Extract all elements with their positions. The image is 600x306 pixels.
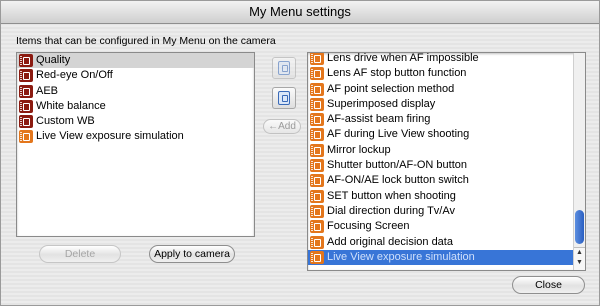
settings-orange-icon xyxy=(310,204,324,218)
configurable-items-caption: Items that can be configured in My Menu … xyxy=(16,35,276,47)
list-item[interactable]: Live View exposure simulation xyxy=(308,249,574,266)
list-item[interactable]: Mirror lockup xyxy=(308,143,574,158)
list-item-label: Shutter button/AF-ON button xyxy=(327,159,468,172)
delete-button[interactable]: Delete xyxy=(39,245,121,263)
list-item-label: Red-eye On/Off xyxy=(36,69,113,82)
list-item[interactable]: AF point selection method xyxy=(308,82,574,97)
list-item-label: Live View exposure simulation xyxy=(36,130,184,143)
list-item[interactable]: Red-eye On/Off xyxy=(17,68,254,83)
list-item[interactable]: Live View exposure simulation xyxy=(17,129,254,144)
my-menu-settings-window: My Menu settings Items that can be confi… xyxy=(0,0,600,306)
camera-red-icon xyxy=(19,115,33,129)
settings-orange-icon xyxy=(310,250,324,264)
settings-orange-icon xyxy=(310,113,324,127)
list-item[interactable]: Lens AF stop button function xyxy=(308,66,574,81)
list-item[interactable]: Focusing Screen xyxy=(308,219,574,234)
settings-orange-icon xyxy=(19,130,33,144)
list-item[interactable]: Dial direction during Tv/Av xyxy=(308,204,574,219)
vertical-scrollbar[interactable]: ▲ ▼ xyxy=(573,53,585,270)
list-item[interactable]: AF-assist beam firing xyxy=(308,112,574,127)
list-item-label: Mirror lockup xyxy=(327,143,391,156)
move-down-icon xyxy=(278,91,290,105)
list-item[interactable]: Custom WB xyxy=(17,114,254,129)
list-item-label: Focusing Screen xyxy=(327,220,410,233)
list-item-label: Lens AF stop button function xyxy=(327,67,467,80)
list-item[interactable]: Add original decision data xyxy=(308,235,574,250)
list-item[interactable]: AF-ON/AE lock button switch xyxy=(308,173,574,188)
settings-orange-icon xyxy=(310,97,324,111)
move-down-button[interactable] xyxy=(272,87,296,109)
list-item-label: AF-assist beam firing xyxy=(327,113,431,126)
list-item-label: AF during Live View shooting xyxy=(327,128,470,141)
window-title: My Menu settings xyxy=(1,1,599,24)
list-item[interactable]: Shutter button/AF-ON button xyxy=(308,158,574,173)
settings-orange-icon xyxy=(310,235,324,249)
list-item-label: Lens drive when AF impossible xyxy=(327,52,479,64)
add-button[interactable]: ←Add xyxy=(263,119,301,134)
available-items-list[interactable]: Lens drive when AF impossible Lens AF sto… xyxy=(307,52,586,271)
apply-to-camera-button[interactable]: Apply to camera xyxy=(149,245,235,263)
list-item[interactable]: AEB xyxy=(17,84,254,99)
move-up-button[interactable] xyxy=(272,57,296,79)
list-item[interactable]: White balance xyxy=(17,99,254,114)
camera-red-icon xyxy=(19,69,33,83)
settings-orange-icon xyxy=(310,128,324,142)
list-item-label: Live View exposure simulation xyxy=(327,250,475,263)
list-item-label: White balance xyxy=(36,99,106,112)
close-button[interactable]: Close xyxy=(512,276,585,294)
my-menu-list[interactable]: Quality Red-eye On/Off AEB White balance Cus… xyxy=(16,52,255,237)
list-item[interactable]: Superimposed display xyxy=(308,97,574,112)
list-item-label: AF-ON/AE lock button switch xyxy=(327,174,469,187)
settings-orange-icon xyxy=(310,82,324,96)
settings-orange-icon xyxy=(310,189,324,203)
list-item-label: AF point selection method xyxy=(327,82,455,95)
settings-orange-icon xyxy=(310,53,324,65)
settings-orange-icon xyxy=(310,67,324,81)
list-item-label: Quality xyxy=(36,54,71,66)
list-item[interactable]: Lens drive when AF impossible xyxy=(308,52,574,66)
move-up-icon xyxy=(278,61,290,75)
list-item[interactable]: AF during Live View shooting xyxy=(308,127,574,142)
list-item-label: Superimposed display xyxy=(327,97,436,110)
camera-red-icon xyxy=(19,99,33,113)
camera-red-icon xyxy=(19,54,33,67)
settings-orange-icon xyxy=(310,159,324,173)
list-item-label: Dial direction during Tv/Av xyxy=(327,204,455,217)
list-item-label: Custom WB xyxy=(36,115,95,128)
list-item-label: Add original decision data xyxy=(327,235,453,248)
list-item[interactable]: SET button when shooting xyxy=(308,189,574,204)
scroll-arrows[interactable]: ▲ ▼ xyxy=(574,247,585,270)
camera-red-icon xyxy=(19,84,33,98)
list-item-label: SET button when shooting xyxy=(327,189,456,202)
settings-orange-icon xyxy=(310,220,324,234)
scrollbar-thumb[interactable] xyxy=(575,210,584,244)
list-item[interactable]: Quality xyxy=(17,53,254,69)
settings-orange-icon xyxy=(310,143,324,157)
list-item-label: AEB xyxy=(36,84,59,97)
settings-orange-icon xyxy=(310,174,324,188)
